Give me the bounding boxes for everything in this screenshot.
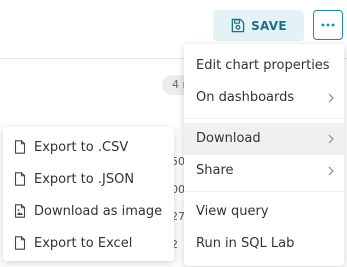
menu-divider [184, 118, 344, 119]
chart-options-menu: Edit chart properties On dashboards Down… [184, 44, 344, 266]
menu-item-run-in-sql-lab[interactable]: Run in SQL Lab [184, 228, 344, 260]
file-icon [14, 140, 26, 154]
download-submenu: Export to .CSV Export to .JSON Download … [3, 127, 174, 261]
submenu-item-label: Download as image [34, 203, 163, 219]
submenu-item-label: Export to Excel [34, 235, 133, 251]
chevron-right-icon [328, 134, 334, 144]
chevron-right-icon [328, 166, 334, 176]
file-image-icon [14, 204, 26, 218]
chevron-right-icon [328, 93, 334, 103]
menu-item-on-dashboards[interactable]: On dashboards [184, 82, 344, 114]
menu-divider [184, 191, 344, 192]
submenu-item-label: Export to .JSON [34, 171, 135, 187]
save-button[interactable]: SAVE [213, 10, 304, 41]
file-icon [14, 236, 26, 250]
menu-item-label: Download [196, 131, 261, 146]
menu-item-edit-chart-properties[interactable]: Edit chart properties [184, 50, 344, 82]
submenu-item-download-image[interactable]: Download as image [3, 195, 174, 227]
save-icon [231, 18, 245, 33]
submenu-item-export-excel[interactable]: Export to Excel [3, 227, 174, 259]
menu-item-label: Run in SQL Lab [196, 236, 295, 251]
submenu-item-label: Export to .CSV [34, 139, 129, 155]
submenu-item-export-json[interactable]: Export to .JSON [3, 163, 174, 195]
menu-item-label: Edit chart properties [196, 58, 330, 73]
menu-item-label: Share [196, 163, 234, 178]
ellipsis-icon [321, 23, 335, 27]
menu-item-view-query[interactable]: View query [184, 196, 344, 228]
submenu-item-export-csv[interactable]: Export to .CSV [3, 131, 174, 163]
save-label: SAVE [251, 18, 287, 33]
more-options-button[interactable] [313, 10, 343, 40]
menu-item-label: On dashboards [196, 90, 295, 105]
menu-item-label: View query [196, 204, 269, 219]
file-icon [14, 172, 26, 186]
menu-item-share[interactable]: Share [184, 155, 344, 187]
menu-item-download[interactable]: Download [184, 123, 344, 155]
